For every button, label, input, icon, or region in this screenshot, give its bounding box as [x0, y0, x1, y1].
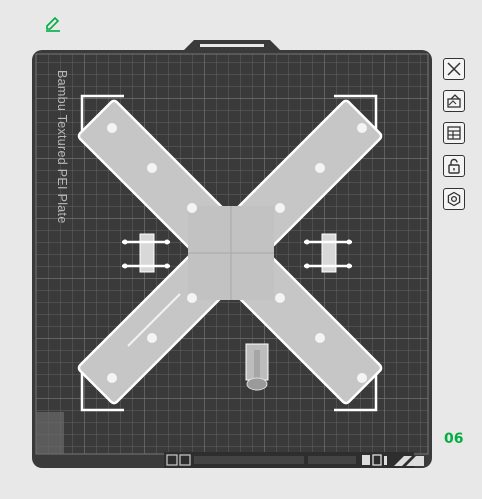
plate-number: 06 — [444, 431, 464, 447]
lock-plate-button[interactable] — [443, 155, 465, 177]
close-plate-button[interactable] — [443, 58, 465, 80]
plate-view: Bambu Textured PEI Plate 06 — [0, 0, 482, 499]
auto-orient-button[interactable] — [443, 90, 465, 112]
plate-settings-button[interactable] — [443, 188, 465, 210]
close-icon — [447, 62, 461, 76]
gear-icon — [447, 191, 461, 207]
cylinder-part[interactable] — [245, 343, 269, 391]
lock-icon — [448, 158, 460, 174]
plate-name: Bambu Textured PEI Plate — [55, 70, 69, 224]
corner-marker — [36, 412, 64, 454]
arrange-button[interactable] — [443, 122, 465, 144]
edit-pencil-icon[interactable] — [44, 14, 62, 32]
arrange-icon — [447, 126, 461, 140]
build-plate[interactable]: Bambu Textured PEI Plate — [24, 38, 440, 468]
orient-icon — [447, 94, 461, 108]
